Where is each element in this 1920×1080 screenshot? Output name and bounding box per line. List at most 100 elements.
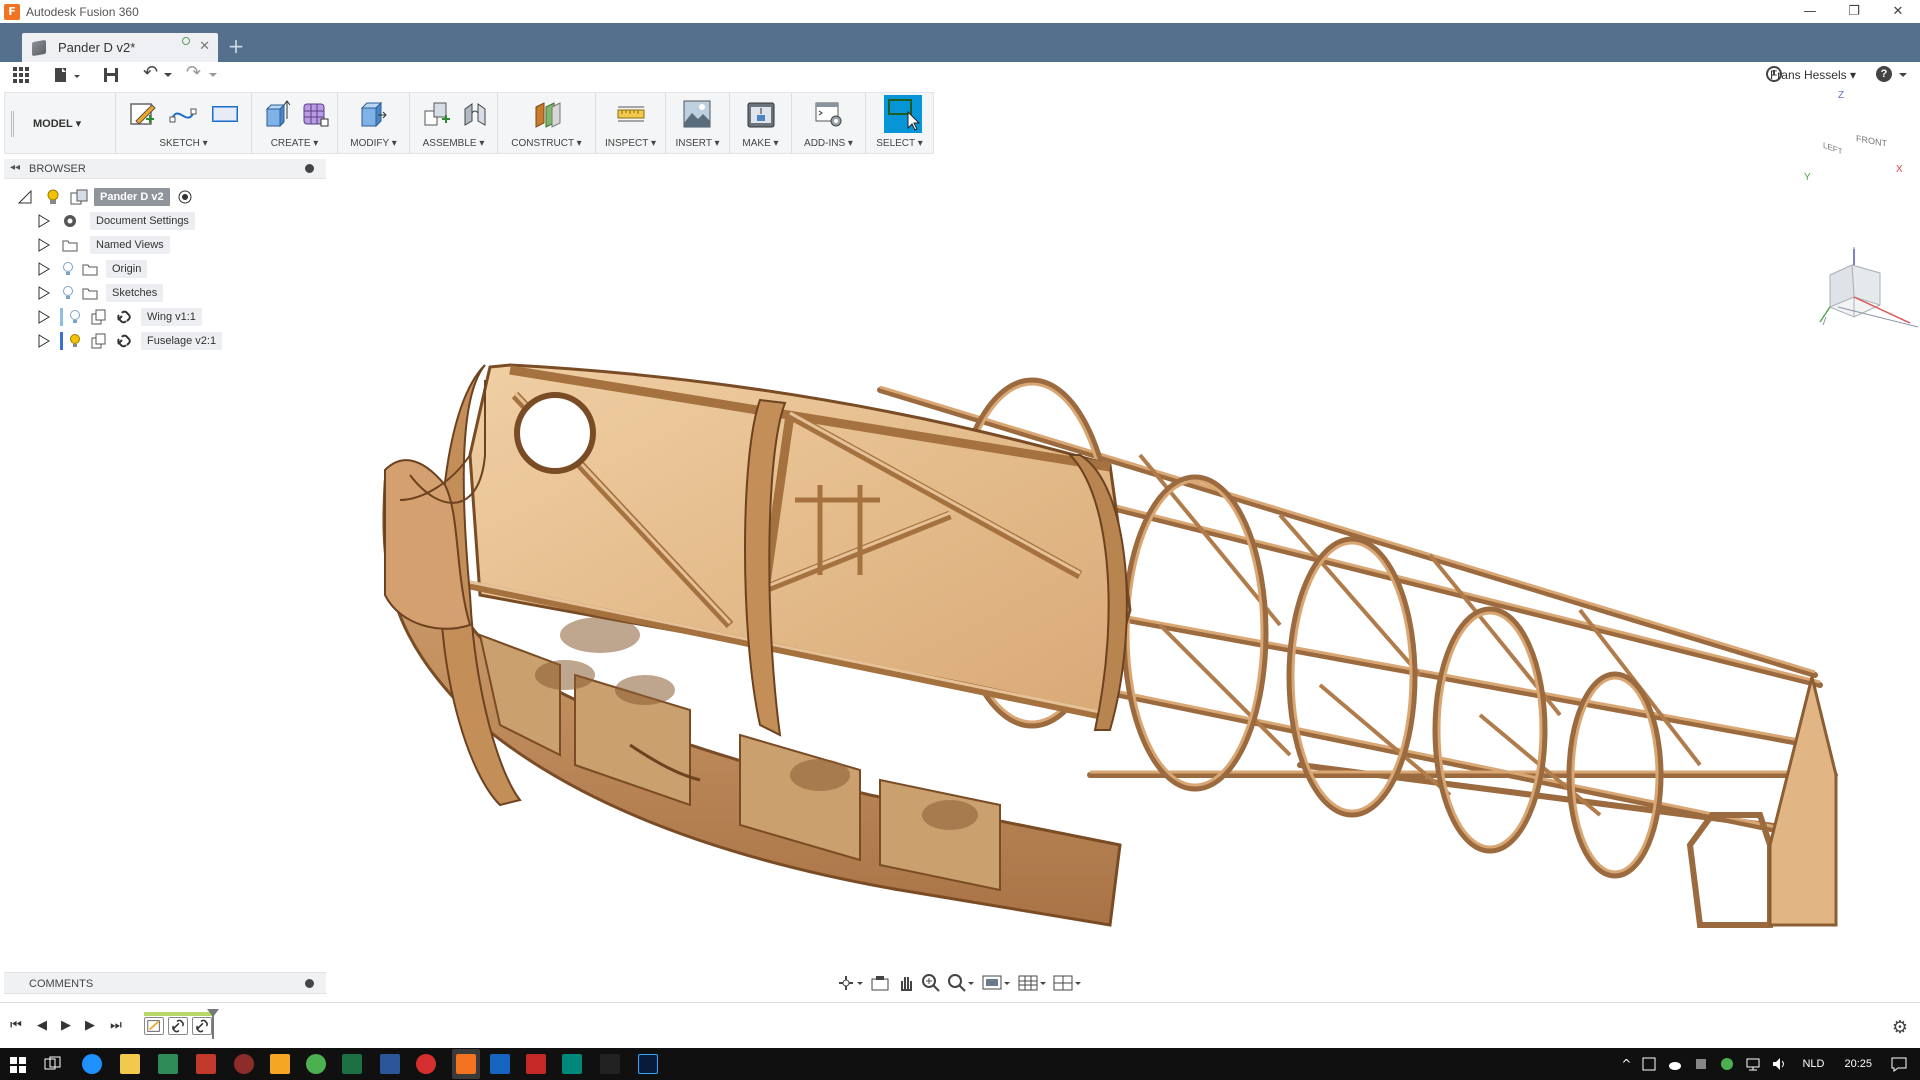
timeline-play-button[interactable]: ▶ (56, 1018, 76, 1034)
collapsed-triangle-icon[interactable] (38, 334, 50, 348)
assemble-group[interactable]: ASSEMBLE ▾ (409, 93, 497, 153)
windows-start-icon[interactable] (10, 1057, 26, 1073)
timeline-first-button[interactable]: ⏮ (6, 1018, 26, 1034)
tray-app-icon[interactable] (1641, 1056, 1657, 1072)
system-clock[interactable]: 20:25 (1844, 1058, 1872, 1070)
new-component-icon[interactable] (422, 99, 452, 129)
zoom-icon[interactable] (921, 973, 941, 993)
redo-icon[interactable]: ↷ (186, 64, 201, 82)
expanded-triangle-icon[interactable] (18, 190, 32, 204)
cloud-icon[interactable] (1667, 1056, 1683, 1072)
help-caret-icon[interactable] (1898, 72, 1908, 78)
3d-print-icon[interactable] (746, 99, 776, 129)
sketch-group[interactable]: SKETCH ▾ (115, 93, 251, 153)
create-sketch-icon[interactable] (128, 99, 158, 129)
grid-icon[interactable] (1017, 973, 1047, 993)
taskbar-app-icon[interactable] (196, 1054, 216, 1074)
collapse-browser-icon[interactable]: ◂◂ (10, 162, 20, 173)
excel-icon[interactable] (342, 1054, 362, 1074)
file-explorer-icon[interactable] (120, 1054, 140, 1074)
look-at-icon[interactable] (870, 973, 890, 993)
undo-icon[interactable]: ↶ (143, 64, 158, 82)
tree-root[interactable]: Pander D v2 (18, 186, 192, 208)
fuselage-model[interactable] (382, 363, 1838, 928)
redo-caret-icon[interactable] (208, 72, 218, 78)
close-window-button[interactable]: ✕ (1876, 0, 1920, 23)
joint-icon[interactable] (460, 99, 490, 129)
taskbar-app-icon[interactable] (416, 1054, 436, 1074)
create-form-icon[interactable] (300, 99, 330, 129)
display-settings-icon[interactable] (981, 973, 1011, 993)
modify-group[interactable]: MODIFY ▾ (337, 93, 409, 153)
visibility-bulb-icon[interactable] (62, 285, 74, 301)
fusion-taskbar-icon[interactable] (456, 1054, 476, 1074)
timeline-sketch-feature-icon[interactable] (144, 1017, 164, 1035)
inspect-group[interactable]: INSPECT ▾ (595, 93, 665, 153)
visibility-bulb-icon[interactable] (62, 261, 74, 277)
save-icon[interactable] (102, 66, 120, 84)
tree-item-fuselage[interactable]: Fuselage v2:1 (38, 330, 223, 352)
collapsed-triangle-icon[interactable] (38, 238, 50, 252)
minimize-button[interactable]: — (1788, 0, 1832, 23)
taskbar-app-icon[interactable] (562, 1054, 582, 1074)
select-group[interactable]: SELECT ▾ (865, 93, 933, 153)
input-language[interactable]: NLD (1802, 1058, 1824, 1070)
user-account-menu[interactable]: Frans Hessels ▾ (1770, 68, 1856, 82)
timeline-link-feature-icon[interactable] (168, 1017, 188, 1035)
taskbar-app-icon[interactable] (234, 1054, 254, 1074)
timeline-last-button[interactable]: ⏭ (106, 1018, 126, 1034)
tree-item-wing[interactable]: Wing v1:1 (38, 306, 202, 328)
view-cube[interactable] (1819, 247, 1919, 328)
show-hidden-icons[interactable]: ^ (1621, 1057, 1631, 1071)
toolbar-grip[interactable] (11, 111, 14, 137)
chrome-icon[interactable] (306, 1054, 326, 1074)
undo-caret-icon[interactable] (163, 72, 173, 78)
restore-button[interactable]: ❐ (1832, 0, 1876, 23)
tray-app-icon[interactable] (1693, 1056, 1709, 1072)
add-comment-icon[interactable] (305, 979, 314, 988)
taskbar-app-icon[interactable] (158, 1054, 178, 1074)
timeline-next-button[interactable]: ▶ (80, 1018, 100, 1034)
browser-pin-icon[interactable] (305, 164, 314, 173)
add-ins-group[interactable]: ADD-INS ▾ (791, 93, 865, 153)
tray-app-icon[interactable] (1719, 1056, 1735, 1072)
browser-panel-header[interactable]: ◂◂ BROWSER (4, 159, 326, 179)
timeline-marker[interactable] (207, 1009, 219, 1039)
viewports-icon[interactable] (1052, 973, 1082, 993)
scripts-addins-icon[interactable] (814, 99, 844, 129)
measure-icon[interactable] (616, 99, 646, 129)
task-view-icon[interactable] (44, 1056, 62, 1072)
collapsed-triangle-icon[interactable] (38, 214, 50, 228)
document-tab[interactable]: Pander D v2* ✕ (22, 33, 218, 62)
new-tab-button[interactable]: + (224, 35, 248, 59)
timeline-prev-button[interactable]: ◀ (32, 1018, 52, 1034)
collapsed-triangle-icon[interactable] (38, 262, 50, 276)
insert-group[interactable]: INSERT ▾ (665, 93, 729, 153)
collapsed-triangle-icon[interactable] (38, 310, 50, 324)
volume-icon[interactable] (1771, 1056, 1787, 1072)
tree-item-named-views[interactable]: Named Views (38, 234, 170, 256)
offset-plane-icon[interactable] (532, 99, 562, 129)
action-center-icon[interactable] (1890, 1056, 1908, 1072)
word-icon[interactable] (380, 1054, 400, 1074)
pan-icon[interactable] (896, 973, 916, 993)
edge-icon[interactable] (82, 1054, 102, 1074)
construct-group[interactable]: CONSTRUCT ▾ (497, 93, 595, 153)
visibility-bulb-icon[interactable] (69, 309, 81, 325)
network-icon[interactable] (1745, 1056, 1761, 1072)
comments-panel[interactable]: COMMENTS (4, 972, 326, 994)
view-cube-labels[interactable]: LEFT FRONT Z X Y (1804, 90, 1908, 188)
taskbar-app-icon[interactable] (490, 1054, 510, 1074)
orbit-icon[interactable] (836, 973, 864, 993)
tree-item-sketches[interactable]: Sketches (38, 282, 164, 304)
data-panel-icon[interactable] (13, 67, 29, 83)
3d-viewport[interactable] (0, 155, 1920, 1000)
extrude-icon[interactable] (262, 99, 292, 129)
taskbar-app-icon[interactable] (270, 1054, 290, 1074)
fit-icon[interactable] (947, 973, 975, 993)
activate-component-icon[interactable] (178, 190, 192, 204)
help-icon[interactable]: ? (1876, 66, 1892, 82)
select-icon[interactable] (884, 95, 922, 133)
tree-item-origin[interactable]: Origin (38, 258, 148, 280)
line-icon[interactable] (168, 99, 198, 129)
